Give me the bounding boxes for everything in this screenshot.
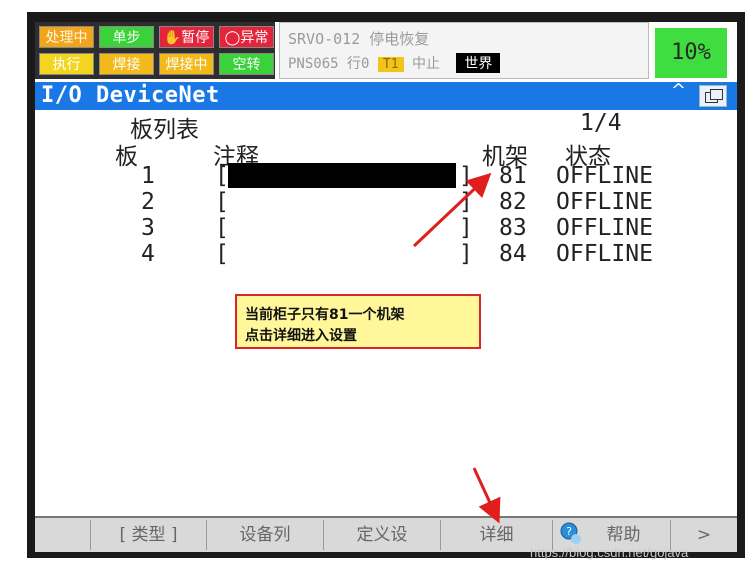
annotation-arrows [412,172,501,524]
arrow-to-detail [472,467,501,524]
watermark: https://blog.csdn.net/gojava [530,545,689,560]
arrow-to-rack [412,172,492,248]
